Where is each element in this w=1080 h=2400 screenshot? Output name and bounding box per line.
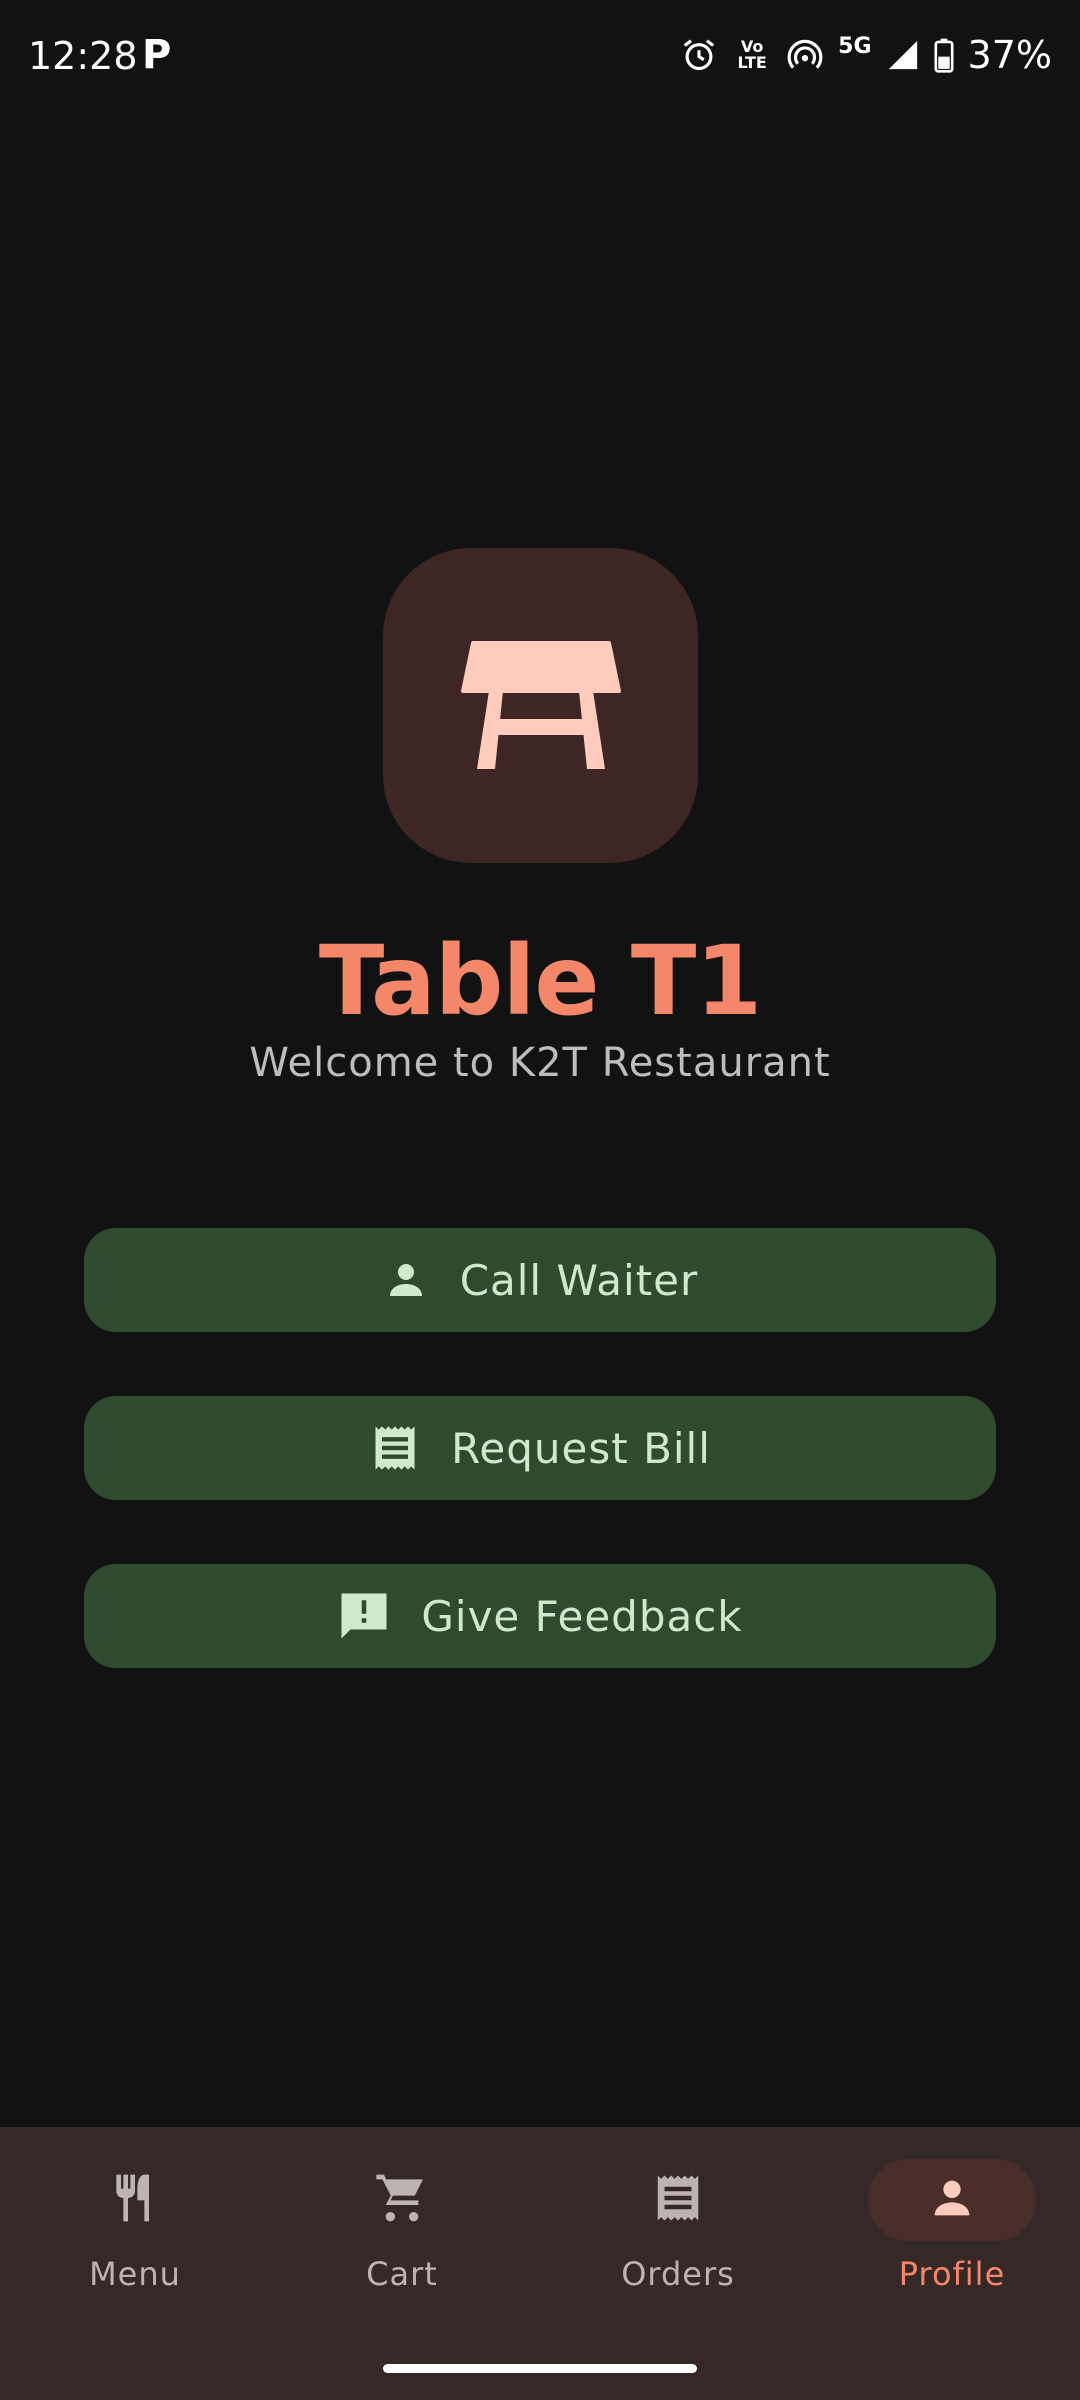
alarm-icon — [680, 36, 718, 74]
nav-cart-icon-wrap — [318, 2159, 486, 2241]
give-feedback-button[interactable]: Give Feedback — [84, 1564, 996, 1668]
battery-icon — [934, 37, 954, 73]
nav-label-profile: Profile — [898, 2255, 1006, 2293]
give-feedback-label: Give Feedback — [421, 1591, 743, 1641]
call-waiter-label: Call Waiter — [459, 1255, 699, 1305]
cart-icon — [374, 2170, 430, 2230]
table-tile — [383, 548, 698, 863]
person-icon — [382, 1256, 430, 1304]
call-waiter-button[interactable]: Call Waiter — [84, 1228, 996, 1332]
bottom-navigation: Menu Cart Orders Profile — [0, 2127, 1080, 2400]
nav-item-profile[interactable]: Profile — [817, 2127, 1080, 2327]
battery-percent: 37% — [967, 33, 1052, 77]
parking-notification-icon: P — [142, 32, 172, 78]
table-icon — [460, 639, 621, 773]
nav-label-menu: Menu — [89, 2255, 181, 2293]
nav-label-cart: Cart — [366, 2255, 438, 2293]
receipt-icon — [369, 1421, 421, 1475]
status-icons: Vo LTE 5G 37% — [680, 30, 1052, 80]
volte-bottom-label: LTE — [737, 53, 767, 72]
welcome-subtitle: Welcome to K2T Restaurant — [249, 1040, 831, 1086]
feedback-icon — [337, 1589, 391, 1643]
nav-profile-icon-wrap — [868, 2159, 1036, 2241]
volte-icon: Vo LTE — [732, 39, 772, 71]
home-indicator[interactable] — [383, 2364, 697, 2373]
page-title: Table T1 — [318, 925, 762, 1037]
request-bill-button[interactable]: Request Bill — [84, 1396, 996, 1500]
network-type: 5G — [838, 33, 872, 59]
signal-icon — [886, 38, 920, 72]
hotspot-icon — [786, 36, 824, 74]
nav-item-menu[interactable]: Menu — [0, 2127, 270, 2327]
fork-knife-icon — [107, 2170, 163, 2230]
nav-label-orders: Orders — [621, 2255, 735, 2293]
nav-item-cart[interactable]: Cart — [267, 2127, 537, 2327]
request-bill-label: Request Bill — [451, 1423, 711, 1473]
nav-item-orders[interactable]: Orders — [543, 2127, 813, 2327]
receipt-icon — [651, 2170, 705, 2230]
nav-menu-icon-wrap — [51, 2159, 219, 2241]
status-time: 12:28 — [28, 34, 138, 78]
status-bar: 12:28 P Vo LTE 5G 37% — [0, 0, 1080, 116]
nav-orders-icon-wrap — [594, 2159, 762, 2241]
person-icon — [926, 2172, 978, 2228]
